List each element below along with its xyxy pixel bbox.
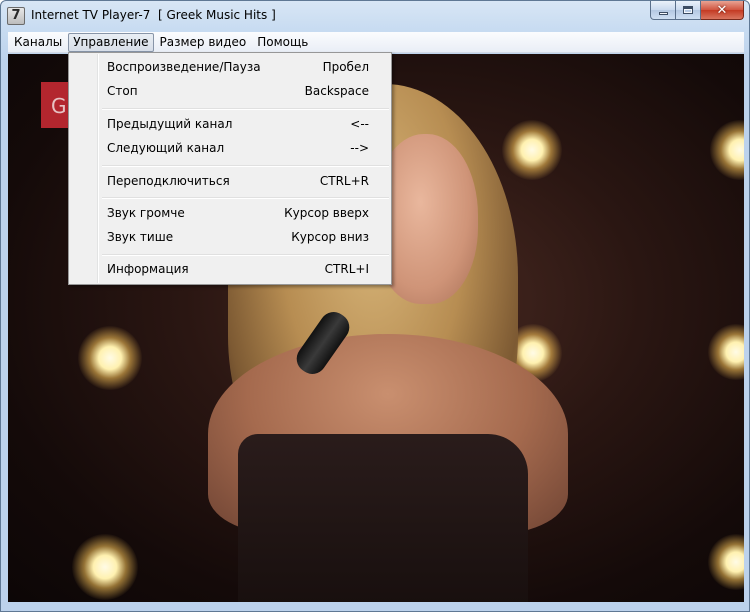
- title-bar[interactable]: 7 Internet TV Player-7 [ Greek Music Hit…: [1, 1, 749, 32]
- menu-separator: [102, 197, 389, 199]
- menu-item-shortcut: Пробел: [322, 60, 369, 74]
- menu-item-volume-up[interactable]: Звук громче Курсор вверх: [71, 202, 389, 224]
- singer-dress: [238, 434, 528, 602]
- maximize-button[interactable]: [676, 1, 701, 20]
- menu-item-previous-channel[interactable]: Предыдущий канал <--: [71, 113, 389, 135]
- menu-item-label: Стоп: [107, 84, 138, 98]
- control-dropdown-menu: Воспроизведение/Пауза Пробел Стоп Backsp…: [68, 52, 392, 285]
- menu-item-label: Информация: [107, 262, 189, 276]
- menu-item-label: Воспроизведение/Пауза: [107, 60, 261, 74]
- stage-light: [710, 120, 744, 180]
- maximize-icon: [683, 6, 693, 14]
- stage-light: [78, 326, 142, 390]
- menu-item-shortcut: Курсор вниз: [291, 230, 369, 244]
- menu-item-label: Переподключиться: [107, 174, 230, 188]
- menu-item-reconnect[interactable]: Переподключиться CTRL+R: [71, 170, 389, 192]
- stage-light: [72, 534, 138, 600]
- channel-logo-letter: G: [51, 94, 67, 118]
- menu-item-shortcut: CTRL+I: [324, 262, 369, 276]
- menu-item-next-channel[interactable]: Следующий канал -->: [71, 137, 389, 159]
- menu-control[interactable]: Управление: [68, 32, 154, 52]
- menu-item-information[interactable]: Информация CTRL+I: [71, 258, 389, 280]
- menu-item-label: Следующий канал: [107, 141, 225, 155]
- app-icon[interactable]: 7: [7, 7, 25, 25]
- menu-item-label: Предыдущий канал: [107, 117, 233, 131]
- stage-light: [502, 120, 562, 180]
- menu-item-volume-down[interactable]: Звук тише Курсор вниз: [71, 226, 389, 248]
- stage-light: [708, 534, 744, 590]
- menu-item-shortcut: Курсор вверх: [284, 206, 369, 220]
- menu-item-shortcut: <--: [350, 117, 369, 131]
- window-controls: ✕: [650, 1, 744, 21]
- menu-item-label: Звук громче: [107, 206, 185, 220]
- menu-separator: [102, 254, 389, 256]
- menu-item-label: Звук тише: [107, 230, 174, 244]
- close-icon: ✕: [716, 2, 728, 18]
- menu-item-play-pause[interactable]: Воспроизведение/Пауза Пробел: [71, 56, 389, 78]
- menu-channels[interactable]: Каналы: [9, 33, 67, 52]
- menu-item-shortcut: Backspace: [304, 84, 369, 98]
- stage-light: [708, 324, 744, 380]
- window-title: Internet TV Player-7 [ Greek Music Hits …: [31, 8, 276, 22]
- menu-help[interactable]: Помощь: [252, 33, 313, 52]
- minimize-icon: [658, 12, 668, 15]
- menu-separator: [102, 165, 389, 167]
- menu-separator: [102, 108, 389, 110]
- menu-item-shortcut: CTRL+R: [319, 174, 369, 188]
- menu-item-shortcut: -->: [350, 141, 369, 155]
- menu-bar: Каналы Управление Размер видео Помощь: [8, 32, 744, 53]
- app-window: 7 Internet TV Player-7 [ Greek Music Hit…: [0, 0, 750, 612]
- menu-video-size[interactable]: Размер видео: [155, 33, 252, 52]
- menu-item-stop[interactable]: Стоп Backspace: [71, 80, 389, 102]
- close-button[interactable]: ✕: [701, 1, 744, 20]
- minimize-button[interactable]: [650, 1, 676, 20]
